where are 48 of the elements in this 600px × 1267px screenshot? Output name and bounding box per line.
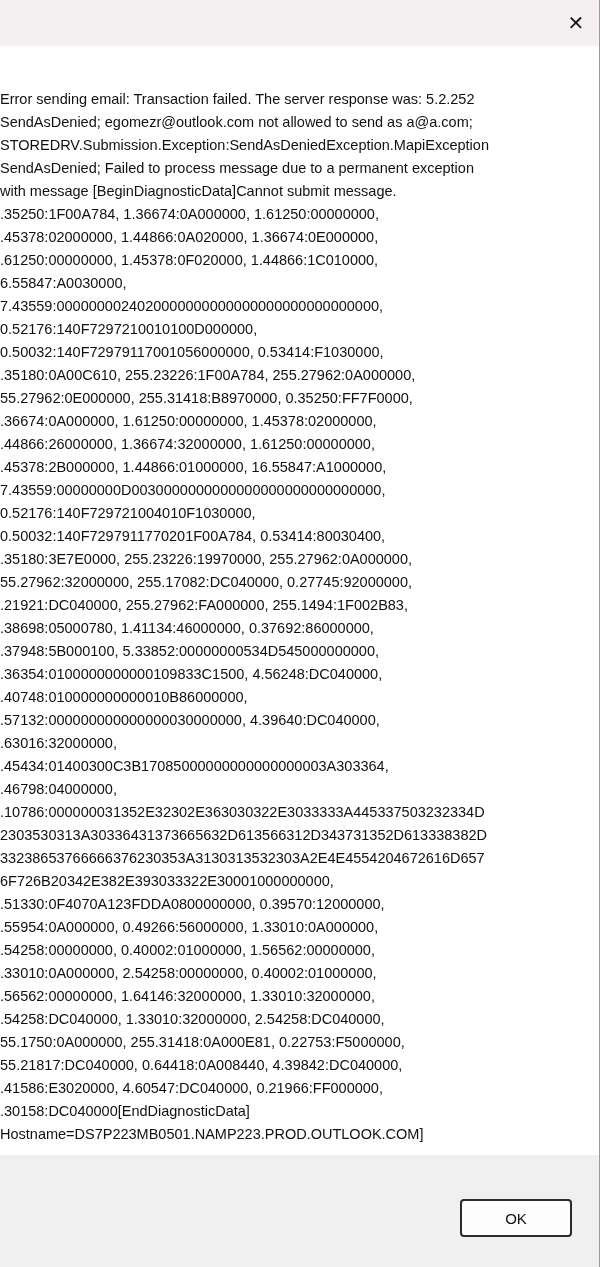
message-line: 0.50032:140F7297911770201F00A784, 0.53414:80030400, <box>0 527 387 546</box>
message-line: .45434:01400300C3B17085000000000000000003A303364, <box>0 757 390 776</box>
message-line: with message [BeginDiagnosticData]Cannot submit message. <box>0 182 398 201</box>
message-line: .21921:DC040000, 255.27962:FA000000, 255.1494:1F002B83, <box>0 596 409 615</box>
message-line: .46798:04000000, <box>0 780 118 799</box>
message-line: .40748:010000000000010B86000000, <box>0 688 249 707</box>
message-line: .57132:000000000000000030000000, 4.39640:DC040000, <box>0 711 381 730</box>
close-button[interactable]: ✕ <box>553 0 599 46</box>
message-line: .30158:DC040000[EndDiagnosticData] <box>0 1102 251 1121</box>
message-line: .33010:0A000000, 2.54258:00000000, 0.40002:01000000, <box>0 964 378 983</box>
message-line: 0.52176:140F729721004010F1030000, <box>0 504 257 523</box>
message-line: .35180:3E7E0000, 255.23226:19970000, 255.27962:0A000000, <box>0 550 414 569</box>
message-line: .35250:1F00A784, 1.36674:0A000000, 1.61250:00000000, <box>0 205 380 224</box>
message-line: 55.27962:0E000000, 255.31418:B8970000, 0.35250:FF7F0000, <box>0 389 414 408</box>
message-line: 0.50032:140F72979117001056000000, 0.53414:F1030000, <box>0 343 385 362</box>
message-line: 7.43559:0000000024020000000000000000000000000000, <box>0 297 385 316</box>
message-line: .45378:02000000, 1.44866:0A020000, 1.36674:0E000000, <box>0 228 380 247</box>
message-line: .37948:5B000100, 5.33852:00000000534D545000000000, <box>0 642 380 661</box>
message-line: .55954:0A000000, 0.49266:56000000, 1.33010:0A000000, <box>0 918 380 937</box>
message-line: STOREDRV.Submission.Exception:SendAsDeniedException.MapiException <box>0 136 490 155</box>
message-line: .61250:00000000, 1.45378:0F020000, 1.44866:1C010000, <box>0 251 380 270</box>
message-line: .35180:0A00C610, 255.23226:1F00A784, 255.27962:0A000000, <box>0 366 417 385</box>
message-line: .54258:DC040000, 1.33010:32000000, 2.54258:DC040000, <box>0 1010 386 1029</box>
message-line: SendAsDenied; egomezr@outlook.com not allowed to send as a@a.com; <box>0 113 474 132</box>
message-line: 7.43559:00000000D0030000000000000000000000000000, <box>0 481 387 500</box>
message-line: .36674:0A000000, 1.61250:00000000, 1.45378:02000000, <box>0 412 378 431</box>
message-line: 6F726B20342E382E393033322E30001000000000, <box>0 872 335 891</box>
message-line: 55.21817:DC040000, 0.64418:0A008440, 4.39842:DC040000, <box>0 1056 404 1075</box>
message-line: .10786:000000031352E32302E363030322E3033333A445337503232334D <box>0 803 486 822</box>
message-line: .51330:0F4070A123FDDA0800000000, 0.39570:12000000, <box>0 895 386 914</box>
ok-button[interactable]: OK <box>460 1199 572 1237</box>
message-line: 55.27962:32000000, 255.17082:DC040000, 0.27745:92000000, <box>0 573 414 592</box>
message-line: .63016:32000000, <box>0 734 118 753</box>
message-line: Error sending email: Transaction failed. The server response was: 5.2.252 <box>0 90 476 109</box>
message-line: .56562:00000000, 1.64146:32000000, 1.33010:32000000, <box>0 987 376 1006</box>
message-line: 2303530313A30336431373665632D613566312D343731352D613338382D <box>0 826 489 845</box>
message-line: Hostname=DS7P223MB0501.NAMP223.PROD.OUTLOOK.COM] <box>0 1125 425 1144</box>
message-line: .44866:26000000, 1.36674:32000000, 1.61250:00000000, <box>0 435 376 454</box>
message-line: .36354:0100000000000109833C1500, 4.56248:DC040000, <box>0 665 384 684</box>
message-line: .54258:00000000, 0.40002:01000000, 1.56562:00000000, <box>0 941 376 960</box>
message-line: 33238653766666376230353A3130313532303A2E4E4554204672616D657 <box>0 849 486 868</box>
message-line: .45378:2B000000, 1.44866:01000000, 16.55847:A1000000, <box>0 458 388 477</box>
message-line: 0.52176:140F7297210010100D000000, <box>0 320 259 339</box>
message-line: 6.55847:A0030000, <box>0 274 128 293</box>
message-line: SendAsDenied; Failed to process message due to a permanent exception <box>0 159 475 178</box>
message-line: 55.1750:0A000000, 255.31418:0A000E81, 0.22753:F5000000, <box>0 1033 406 1052</box>
message-line: .41586:E3020000, 4.60547:DC040000, 0.21966:FF000000, <box>0 1079 384 1098</box>
message-line: .38698:05000780, 1.41134:46000000, 0.37692:86000000, <box>0 619 375 638</box>
